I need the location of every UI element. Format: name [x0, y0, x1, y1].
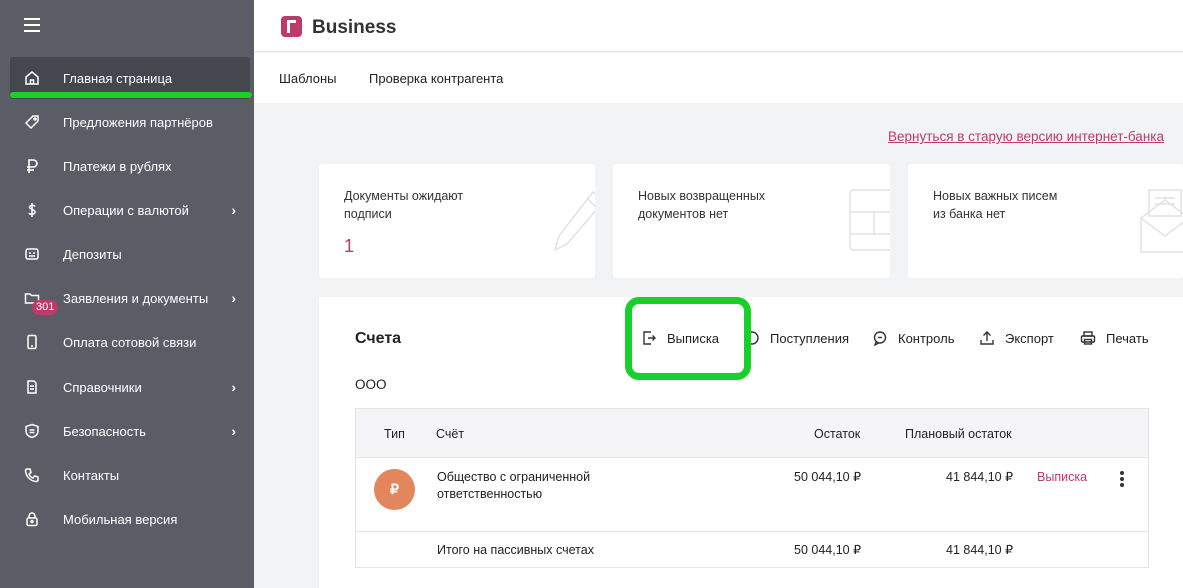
sidebar-item-label: Контакты	[63, 467, 120, 483]
document-icon	[849, 189, 890, 251]
phone-icon	[24, 334, 40, 350]
ruble-icon	[24, 158, 40, 174]
sidebar-item-label: Депозиты	[63, 246, 122, 262]
total-label: Итого на пассивных счетах	[437, 543, 594, 557]
table-header: Тип Счёт Остаток Плановый остаток	[356, 409, 1148, 458]
sidebar-item-mobile-version[interactable]: Мобильная версия	[10, 498, 250, 540]
call-icon	[24, 467, 40, 483]
print-label: Печать	[1106, 330, 1149, 346]
account-name: Общество с ограниченной ответственностью	[437, 470, 591, 501]
accounts-table: Тип Счёт Остаток Плановый остаток ₽ Обще…	[355, 408, 1149, 568]
sidebar-item-label: Заявления и документы	[63, 290, 209, 306]
highlight-underline	[10, 92, 252, 98]
hamburger-menu-icon[interactable]	[24, 18, 40, 32]
total-balance: 50 044,10 ₽	[794, 543, 862, 557]
home-icon	[24, 70, 40, 86]
account-planned-balance: 41 844,10 ₽	[946, 470, 1014, 484]
sidebar-item-security[interactable]: Безопасность ›	[10, 410, 250, 452]
sidebar-item-label: Безопасность	[63, 423, 146, 439]
deposit-icon	[24, 246, 40, 262]
sidebar-item-contacts[interactable]: Контакты	[10, 454, 250, 496]
account-balance: 50 044,10 ₽	[794, 470, 862, 484]
sidebar-item-label: Оплата сотовой связи	[63, 334, 197, 350]
income-button[interactable]: Поступления	[744, 330, 849, 346]
card-text: Новых важных писем из банка нет	[933, 189, 1058, 221]
control-label: Контроль	[898, 330, 955, 346]
sidebar-item-label: Мобильная версия	[63, 511, 178, 527]
lock-icon	[24, 511, 40, 527]
column-balance: Остаток	[814, 427, 861, 441]
tab-templates[interactable]: Шаблоны	[279, 71, 337, 86]
control-button[interactable]: Контроль	[872, 330, 954, 346]
table-row[interactable]: ₽ Общество с ограниченной ответственность…	[356, 458, 1148, 532]
organization-name: ООО	[355, 377, 387, 392]
sidebar-item-currency[interactable]: Операции с валютой ›	[10, 189, 250, 231]
upload-icon	[980, 331, 994, 345]
top-header: Business	[254, 0, 1183, 52]
chevron-right-icon: ›	[231, 202, 236, 218]
control-icon	[873, 331, 887, 346]
old-version-link[interactable]: Вернуться в старую версию интернет-банка	[888, 129, 1164, 144]
chevron-right-icon: ›	[231, 379, 236, 395]
column-account: Счёт	[436, 427, 465, 441]
sidebar-item-label: Справочники	[63, 379, 142, 395]
export-label: Экспорт	[1005, 330, 1054, 346]
table-total-row: Итого на пассивных счетах 50 044,10 ₽ 41…	[356, 533, 1148, 568]
highlight-box	[625, 297, 751, 380]
card-text: Документы ожидают подписи	[344, 189, 464, 221]
row-statement-link[interactable]: Выписка	[1037, 469, 1087, 486]
card-count: 1	[344, 236, 355, 256]
sidebar-item-ruble-payments[interactable]: Платежи в рублях	[10, 145, 250, 187]
sidebar-item-deposits[interactable]: Депозиты	[10, 233, 250, 275]
sidebar-item-partner-offers[interactable]: Предложения партнёров	[10, 101, 250, 143]
sidebar: Главная страница Предложения партнёров П…	[0, 0, 254, 588]
more-options-icon[interactable]	[1120, 471, 1124, 487]
chevron-right-icon: ›	[231, 290, 236, 306]
printer-icon	[1080, 331, 1096, 345]
pen-icon	[553, 190, 595, 252]
sidebar-item-mobile-payment[interactable]: Оплата сотовой связи	[10, 321, 250, 363]
brand-name: Business	[312, 17, 397, 38]
sub-navigation: Шаблоны Проверка контрагента	[254, 53, 1183, 103]
print-button[interactable]: Печать	[1080, 330, 1149, 346]
ruble-avatar: ₽	[374, 469, 415, 510]
brand-logo-icon[interactable]	[281, 16, 302, 37]
book-icon	[24, 379, 40, 395]
sidebar-item-documents[interactable]: 301 Заявления и документы ›	[10, 277, 250, 319]
card-returned-documents[interactable]: Новых возвращенных документов нет	[613, 164, 890, 278]
accounts-title: Счета	[355, 330, 402, 347]
sidebar-item-label: Главная страница	[63, 70, 173, 86]
column-planned-balance: Плановый остаток	[905, 427, 1012, 441]
tab-counterparty-check[interactable]: Проверка контрагента	[369, 71, 503, 86]
income-label: Поступления	[770, 330, 850, 346]
sidebar-item-label: Платежи в рублях	[63, 158, 172, 174]
card-documents-awaiting-signature[interactable]: Документы ожидают подписи 1	[319, 164, 595, 278]
export-button[interactable]: Экспорт	[979, 330, 1054, 346]
sidebar-item-directories[interactable]: Справочники ›	[10, 366, 250, 408]
column-type: Тип	[384, 427, 405, 441]
row-divider	[356, 531, 1148, 532]
notification-badge: 301	[32, 300, 59, 315]
card-text: Новых возвращенных документов нет	[638, 189, 766, 221]
sidebar-item-label: Операции с валютой	[63, 202, 189, 218]
tag-icon	[24, 114, 40, 130]
chevron-right-icon: ›	[231, 423, 236, 439]
shield-icon	[24, 423, 40, 439]
accounts-panel: Счета ООО Выписка Поступления Контроль Э…	[319, 297, 1183, 588]
total-planned-balance: 41 844,10 ₽	[946, 543, 1014, 557]
card-important-letters[interactable]: Новых важных писем из банка нет	[908, 164, 1183, 278]
dollar-icon	[24, 202, 40, 218]
sidebar-item-label: Предложения партнёров	[63, 114, 213, 130]
envelope-icon	[1140, 189, 1183, 253]
